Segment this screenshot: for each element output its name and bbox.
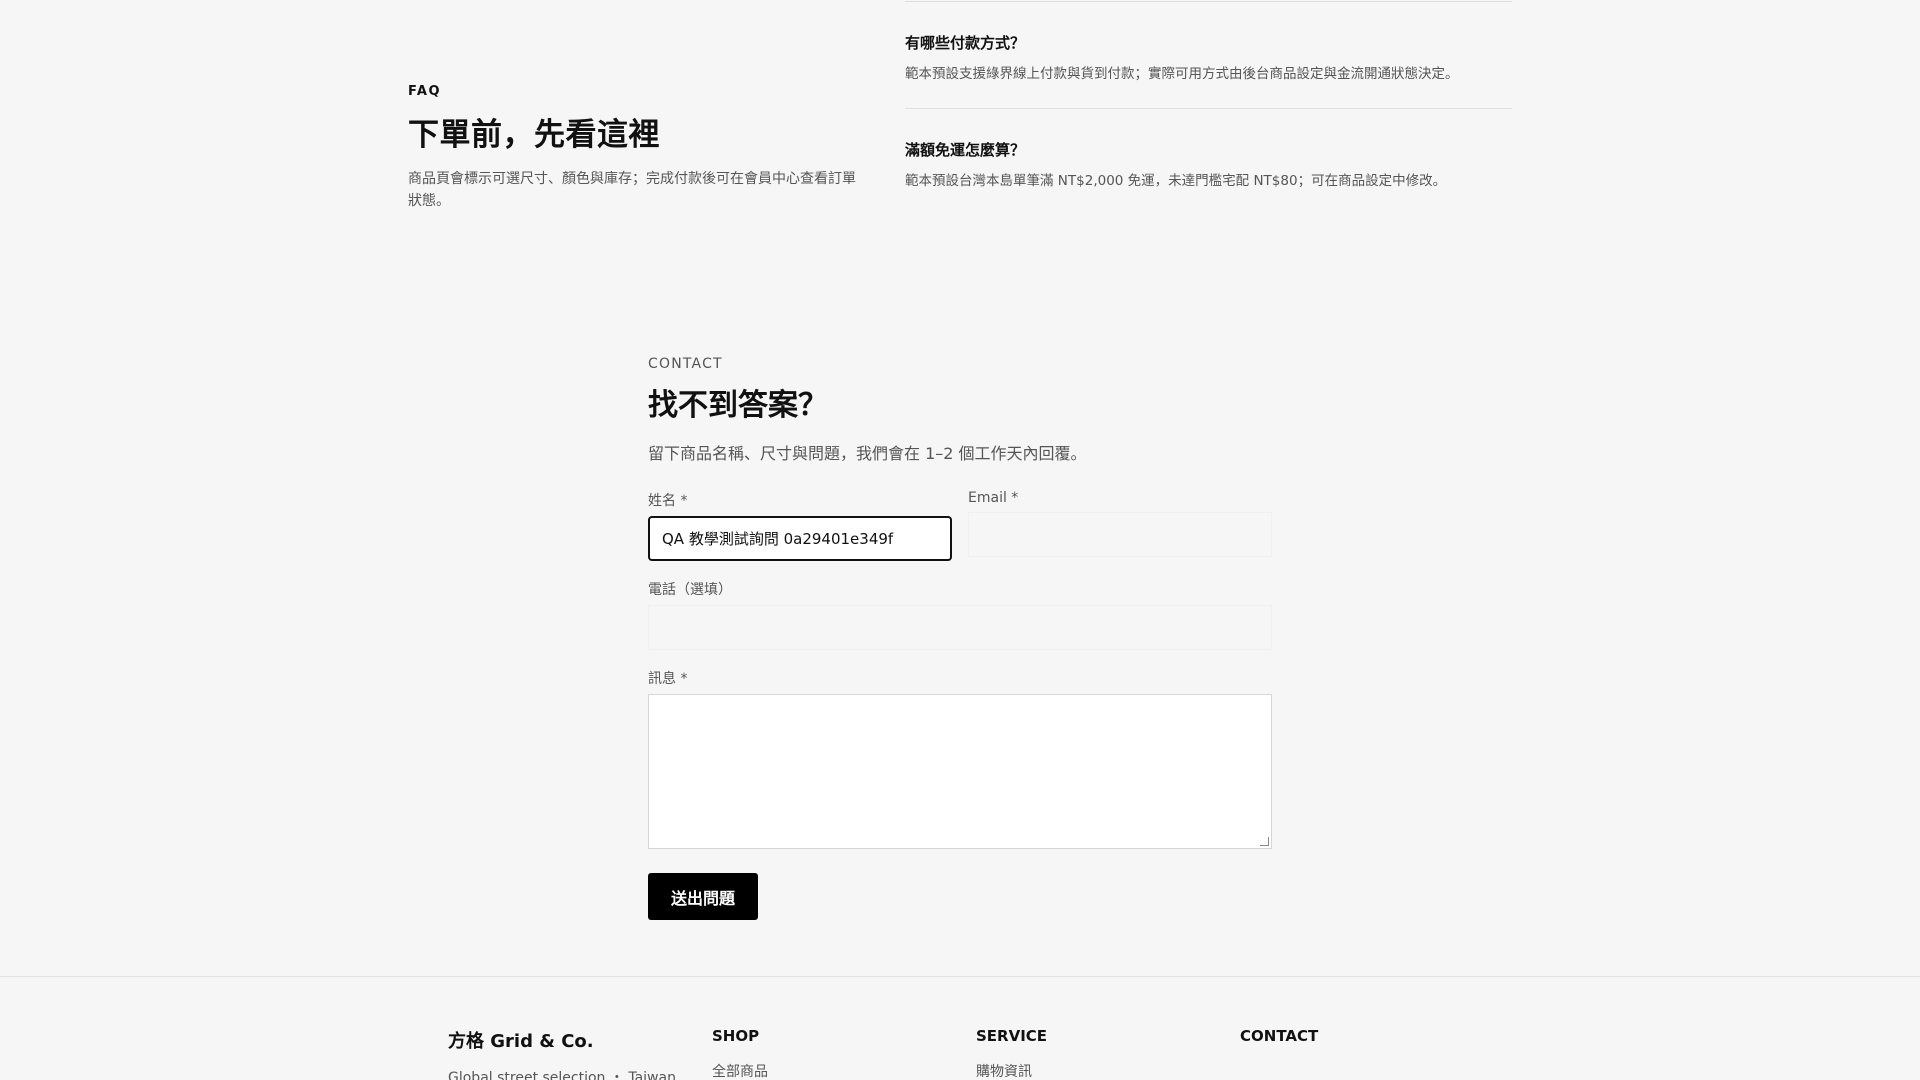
site-footer: 方格 Grid & Co. Global street selection ・ … (0, 976, 1920, 1080)
name-field-group: 姓名 * (648, 490, 952, 561)
brand-name[interactable]: 方格 Grid & Co. (448, 1027, 676, 1053)
contact-eyebrow: CONTACT (648, 356, 723, 372)
footer-col-service: SERVICE 購物資訊 (976, 1027, 1047, 1080)
resize-handle-icon[interactable] (1260, 837, 1269, 846)
faq-item[interactable]: 滿額免運怎麼算？ 範本預設台灣本島單筆滿 NT$2,000 免運，未達門檻宅配 … (905, 109, 1512, 189)
footer-heading: CONTACT (1240, 1027, 1319, 1045)
brand-tagline: Global street selection ・ Taiwan (448, 1070, 676, 1080)
email-input[interactable] (968, 512, 1272, 557)
contact-title: 找不到答案？ (648, 388, 828, 423)
footer-link-all-products[interactable]: 全部商品 (712, 1064, 768, 1080)
faq-item[interactable]: 有哪些付款方式？ 範本預設支援綠界線上付款與貨到付款；實際可用方式由後台商品設定… (905, 1, 1512, 109)
email-label: Email * (968, 490, 1019, 506)
message-textarea[interactable] (648, 694, 1272, 849)
phone-field-group: 電話（選填） (648, 579, 1272, 650)
contact-section: CONTACT 找不到答案？ 留下商品名稱、尺寸與問題，我們會在 1–2 個工作… (648, 356, 1272, 920)
faq-list: 有哪些付款方式？ 範本預設支援綠界線上付款與貨到付款；實際可用方式由後台商品設定… (905, 0, 1512, 189)
faq-eyebrow: FAQ (408, 84, 442, 99)
footer-link-shopping-info[interactable]: 購物資訊 (976, 1064, 1032, 1080)
email-field-group: Email * (968, 490, 1272, 561)
footer-heading: SHOP (712, 1027, 760, 1045)
submit-button[interactable]: 送出問題 (648, 873, 759, 920)
contact-form: 姓名 * Email * 電話（選填） 訊息 * 送出問題 (648, 490, 1272, 920)
faq-answer: 範本預設台灣本島單筆滿 NT$2,000 免運，未達門檻宅配 NT$80；可在商… (905, 173, 1447, 189)
phone-label: 電話（選填） (648, 582, 732, 598)
footer-heading: SERVICE (976, 1027, 1048, 1045)
faq-description: 商品頁會標示可選尺寸、顏色與庫存；完成付款後可在會員中心查看訂單狀態。 (408, 171, 856, 209)
name-label: 姓名 * (648, 493, 688, 509)
footer-brand: 方格 Grid & Co. Global street selection ・ … (448, 1027, 676, 1080)
footer-col-shop: SHOP 全部商品 (712, 1027, 768, 1080)
page: FAQ 下單前，先看這裡 商品頁會標示可選尺寸、顏色與庫存；完成付款後可在會員中… (0, 0, 1920, 1080)
faq-title: 下單前，先看這裡 (408, 117, 660, 153)
contact-description: 留下商品名稱、尺寸與問題，我們會在 1–2 個工作天內回覆。 (648, 444, 1087, 463)
message-field-group: 訊息 * (648, 668, 1272, 849)
phone-input[interactable] (648, 605, 1272, 650)
faq-question[interactable]: 滿額免運怎麼算？ (905, 109, 1512, 160)
faq-question[interactable]: 有哪些付款方式？ (905, 2, 1512, 53)
footer-col-contact: CONTACT (1240, 1027, 1318, 1061)
name-input[interactable] (648, 516, 952, 561)
faq-intro: FAQ 下單前，先看這裡 商品頁會標示可選尺寸、顏色與庫存；完成付款後可在會員中… (408, 84, 858, 212)
faq-answer: 範本預設支援綠界線上付款與貨到付款；實際可用方式由後台商品設定與金流開通狀態決定… (905, 66, 1459, 82)
message-label: 訊息 * (648, 671, 688, 687)
